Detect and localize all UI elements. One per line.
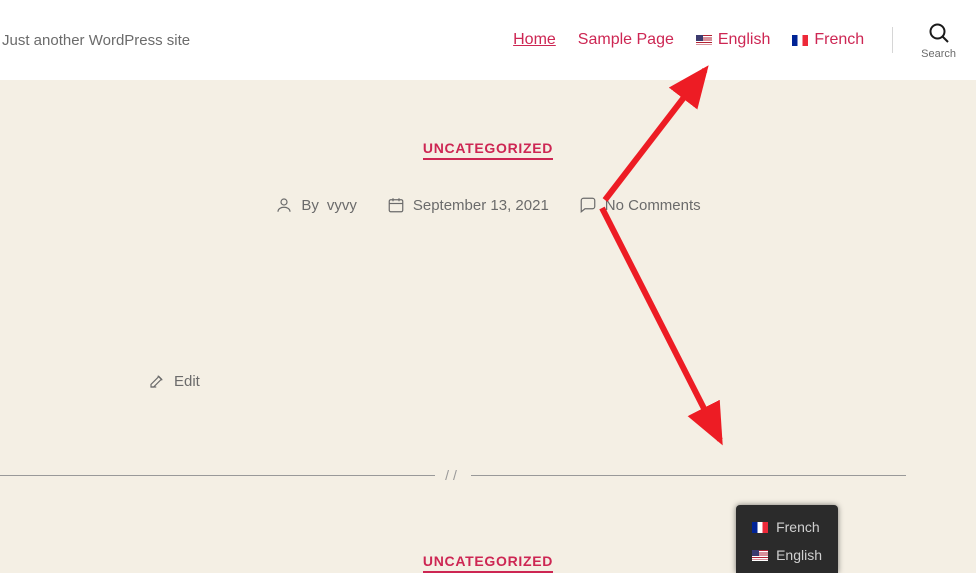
site-header: Just another WordPress site Home Sample … [0,0,976,80]
us-flag-icon [752,550,768,561]
nav-french[interactable]: French [792,31,864,49]
separator-line-left [0,475,435,476]
post-category-link[interactable]: UNCATEGORIZED [423,140,553,160]
nav-english-label: English [718,31,770,49]
edit-icon [148,372,166,390]
fr-flag-icon [792,35,808,46]
edit-label: Edit [174,373,200,390]
post2-category-link[interactable]: UNCATEGORIZED [423,553,553,573]
author-prefix: By [301,197,319,214]
post-1: UNCATEGORIZED By vyvy September 13, 2021… [0,140,976,214]
lang-item-english[interactable]: English [750,541,824,569]
lang-item-french-label: French [776,519,820,535]
nav-french-label: French [814,31,864,49]
calendar-icon [387,196,405,214]
lang-item-english-label: English [776,547,822,563]
post-meta: By vyvy September 13, 2021 No Comments [0,196,976,214]
language-switcher-widget: French English [736,505,838,573]
site-tagline: Just another WordPress site [0,32,190,49]
search-icon [927,21,951,45]
nav-sample-page[interactable]: Sample Page [578,31,674,49]
content-area: UNCATEGORIZED By vyvy September 13, 2021… [0,80,976,573]
comment-icon [579,196,597,214]
post-date: September 13, 2021 [387,196,549,214]
search-toggle[interactable]: Search [921,21,956,60]
separator-line-right [471,475,906,476]
author-link[interactable]: vyvy [327,197,357,214]
nav-divider [892,27,893,53]
edit-row: Edit [0,214,976,395]
post-date-text: September 13, 2021 [413,197,549,214]
separator-slashes: // [435,467,471,483]
search-label: Search [921,48,956,60]
post-separator: // [0,467,906,483]
fr-flag-icon [752,522,768,533]
us-flag-icon [696,35,712,46]
person-icon [275,196,293,214]
primary-nav: Home Sample Page English French Search [513,21,956,60]
nav-english[interactable]: English [696,31,770,49]
post-comments-text: No Comments [605,197,701,214]
post-author: By vyvy [275,196,357,214]
post-comments[interactable]: No Comments [579,196,701,214]
nav-home[interactable]: Home [513,31,556,49]
edit-link[interactable]: Edit [148,372,200,390]
lang-item-french[interactable]: French [750,513,824,541]
